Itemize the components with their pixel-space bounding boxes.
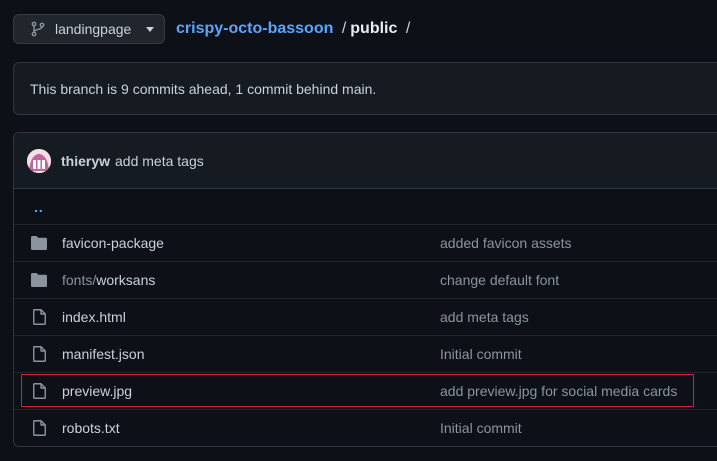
branch-status-notice: This branch is 9 commits ahead, 1 commit…	[13, 62, 717, 115]
folder-icon	[31, 272, 47, 288]
file-icon	[31, 383, 47, 399]
file-row[interactable]: robots.txt Initial commit	[14, 409, 717, 446]
chevron-down-icon	[146, 26, 154, 32]
file-name-text[interactable]: worksans	[96, 272, 155, 288]
commit-message-link[interactable]: add meta tags	[115, 153, 204, 169]
branch-name: landingpage	[55, 21, 132, 37]
folder-icon	[31, 235, 47, 251]
file-name-link[interactable]: preview.jpg	[62, 383, 440, 399]
latest-commit-header: thieryw add meta tags	[14, 133, 717, 189]
file-commit-message-link[interactable]: added favicon assets	[440, 235, 572, 251]
file-name-text[interactable]: index.html	[62, 309, 126, 325]
breadcrumb-separator: /	[405, 20, 411, 37]
file-commit-message-link[interactable]: Initial commit	[440, 346, 522, 362]
file-icon	[31, 420, 47, 436]
breadcrumb: crispy-octo-bassoon / public /	[176, 19, 414, 39]
file-commit-message-link[interactable]: add meta tags	[440, 309, 529, 325]
commit-author-link[interactable]: thieryw	[61, 153, 110, 169]
file-commit-message-link[interactable]: Initial commit	[440, 420, 522, 436]
branch-select-button[interactable]: landingpage	[13, 14, 165, 44]
parent-directory-row[interactable]: ..	[14, 189, 717, 224]
breadcrumb-repo-link[interactable]: crispy-octo-bassoon	[176, 20, 333, 37]
breadcrumb-separator: /	[341, 20, 347, 37]
file-name-link[interactable]: index.html	[62, 309, 440, 325]
file-name-text[interactable]: robots.txt	[62, 420, 120, 436]
file-icon	[31, 309, 47, 325]
branch-status-text: This branch is 9 commits ahead, 1 commit…	[30, 80, 377, 97]
file-name-text[interactable]: preview.jpg	[62, 383, 132, 399]
file-row[interactable]: favicon-package added favicon assets	[14, 224, 717, 261]
file-commit-message-link[interactable]: change default font	[440, 272, 559, 288]
file-browser: thieryw add meta tags .. favicon-package…	[13, 132, 717, 447]
avatar[interactable]	[27, 148, 51, 173]
file-name-link[interactable]: fonts/worksans	[62, 272, 440, 288]
file-name-prefix[interactable]: fonts/	[62, 272, 96, 288]
file-name-link[interactable]: manifest.json	[62, 346, 440, 362]
file-name-link[interactable]: favicon-package	[62, 235, 440, 251]
breadcrumb-current-folder: public	[350, 20, 398, 37]
parent-directory-link[interactable]: ..	[34, 199, 44, 215]
file-row[interactable]: manifest.json Initial commit	[14, 335, 717, 372]
file-commit-message-link[interactable]: add preview.jpg for social media cards	[440, 383, 677, 399]
file-name-text[interactable]: manifest.json	[62, 346, 144, 362]
file-icon	[31, 346, 47, 362]
file-row[interactable]: index.html add meta tags	[14, 298, 717, 335]
file-name-link[interactable]: robots.txt	[62, 420, 440, 436]
file-row[interactable]: fonts/worksans change default font	[14, 261, 717, 298]
file-list: favicon-package added favicon assets fonts…	[14, 224, 717, 446]
file-name-text[interactable]: favicon-package	[62, 235, 164, 251]
file-row[interactable]: preview.jpg add preview.jpg for social me…	[14, 372, 717, 409]
git-branch-icon	[30, 21, 46, 37]
